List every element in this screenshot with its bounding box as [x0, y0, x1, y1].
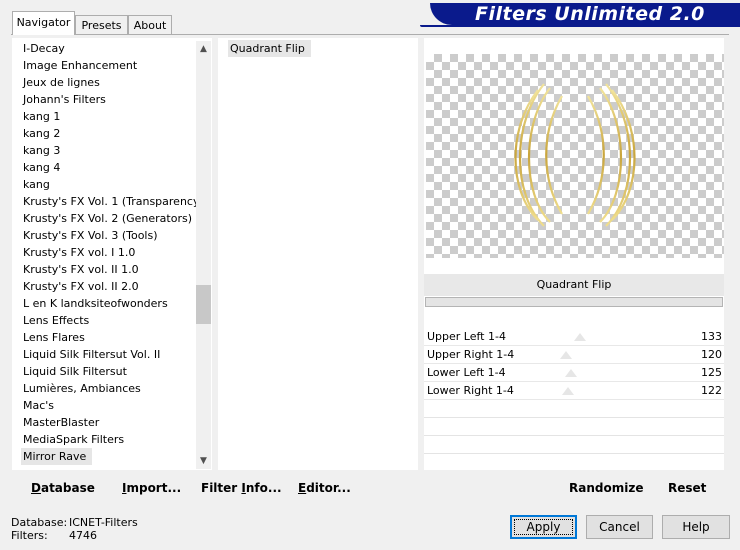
slider-value: 125	[701, 366, 722, 379]
category-item[interactable]: Lens Effects	[23, 312, 89, 329]
filters-count-label: Filters:	[11, 529, 48, 542]
category-item[interactable]: Krusty's FX vol. I 1.0	[23, 244, 135, 261]
slider-row[interactable]: Lower Right 1-4 122	[424, 382, 724, 400]
banner-underline	[420, 25, 740, 27]
category-item[interactable]: Liquid Silk Filtersut Vol. II	[23, 346, 160, 363]
tab-about[interactable]: About	[128, 15, 172, 34]
category-item[interactable]: kang 3	[23, 142, 60, 159]
category-item[interactable]: Mirror Rave	[21, 448, 93, 465]
reset-button[interactable]: Reset	[668, 479, 706, 497]
preview-effect-image	[514, 83, 636, 227]
category-item[interactable]: MediaSpark Filters	[23, 431, 124, 448]
filter-info-button[interactable]: Filter Info...	[201, 479, 282, 497]
filter-list[interactable]	[218, 38, 418, 470]
database-button[interactable]: Database	[31, 479, 95, 497]
preview-canvas	[426, 54, 724, 258]
slider-value: 122	[701, 384, 722, 397]
category-item[interactable]: Krusty's FX vol. II 1.0	[23, 261, 139, 278]
slider-label: Upper Right 1-4	[427, 348, 515, 361]
progress-bar	[425, 297, 723, 307]
category-scrollbar[interactable]	[196, 41, 211, 469]
category-item[interactable]: kang 4	[23, 159, 60, 176]
category-item[interactable]: Lens Flares	[23, 329, 85, 346]
slider-label: Upper Left 1-4	[427, 330, 506, 343]
category-item[interactable]: Liquid Silk Filtersut	[23, 363, 127, 380]
category-item[interactable]: Lumières, Ambiances	[23, 380, 141, 397]
scroll-down-icon[interactable]: ▼	[196, 454, 211, 469]
apply-button[interactable]: Apply	[510, 515, 577, 539]
tab-presets[interactable]: Presets	[75, 15, 128, 34]
slider-thumb[interactable]	[560, 351, 572, 359]
category-item[interactable]: Krusty's FX Vol. 2 (Generators)	[23, 210, 192, 227]
slider-label: Lower Right 1-4	[427, 384, 514, 397]
editor-button[interactable]: Editor...	[298, 479, 351, 497]
slider-row[interactable]: Lower Left 1-4 125	[424, 364, 724, 382]
slider-value: 133	[701, 330, 722, 343]
slider-row[interactable]: Upper Right 1-4 120	[424, 346, 724, 364]
category-item[interactable]: Krusty's FX vol. II 2.0	[23, 278, 139, 295]
empty-slider-line	[424, 453, 724, 454]
category-item[interactable]: I-Decay	[23, 40, 65, 57]
filters-count-value: 4746	[69, 529, 97, 542]
slider-row[interactable]: Upper Left 1-4 133	[424, 328, 724, 346]
import-button[interactable]: Import...	[122, 479, 181, 497]
category-item[interactable]: Jeux de lignes	[23, 74, 100, 91]
category-item[interactable]: Mac's	[23, 397, 54, 414]
empty-slider-line	[424, 435, 724, 436]
slider-thumb[interactable]	[562, 387, 574, 395]
slider-thumb[interactable]	[565, 369, 577, 377]
category-item[interactable]: kang	[23, 176, 50, 193]
category-item[interactable]: Image Enhancement	[23, 57, 137, 74]
category-item[interactable]: kang 1	[23, 108, 60, 125]
category-item[interactable]: Johann's Filters	[23, 91, 106, 108]
database-value: ICNET-Filters	[69, 516, 138, 529]
scroll-up-icon[interactable]: ▲	[196, 42, 211, 57]
randomize-button[interactable]: Randomize	[569, 479, 643, 497]
slider-thumb[interactable]	[574, 333, 586, 341]
category-scroll-thumb[interactable]	[196, 285, 211, 324]
database-label: Database:	[11, 516, 68, 529]
filter-item-quadrant-flip[interactable]: Quadrant Flip	[228, 40, 311, 57]
tab-navigator[interactable]: Navigator	[12, 11, 75, 35]
category-item[interactable]: Krusty's FX Vol. 1 (Transparency)	[23, 193, 204, 210]
slider-value: 120	[701, 348, 722, 361]
category-item[interactable]: L en K landksiteofwonders	[23, 295, 168, 312]
category-item[interactable]: MasterBlaster	[23, 414, 99, 431]
filter-name-label: Quadrant Flip	[424, 274, 724, 296]
empty-slider-line	[424, 417, 724, 418]
category-item[interactable]: kang 2	[23, 125, 60, 142]
slider-label: Lower Left 1-4	[427, 366, 506, 379]
cancel-button[interactable]: Cancel	[586, 515, 653, 539]
app-title: Filters Unlimited 2.0	[475, 3, 705, 25]
category-item[interactable]: Krusty's FX Vol. 3 (Tools)	[23, 227, 158, 244]
help-button[interactable]: Help	[662, 515, 730, 539]
